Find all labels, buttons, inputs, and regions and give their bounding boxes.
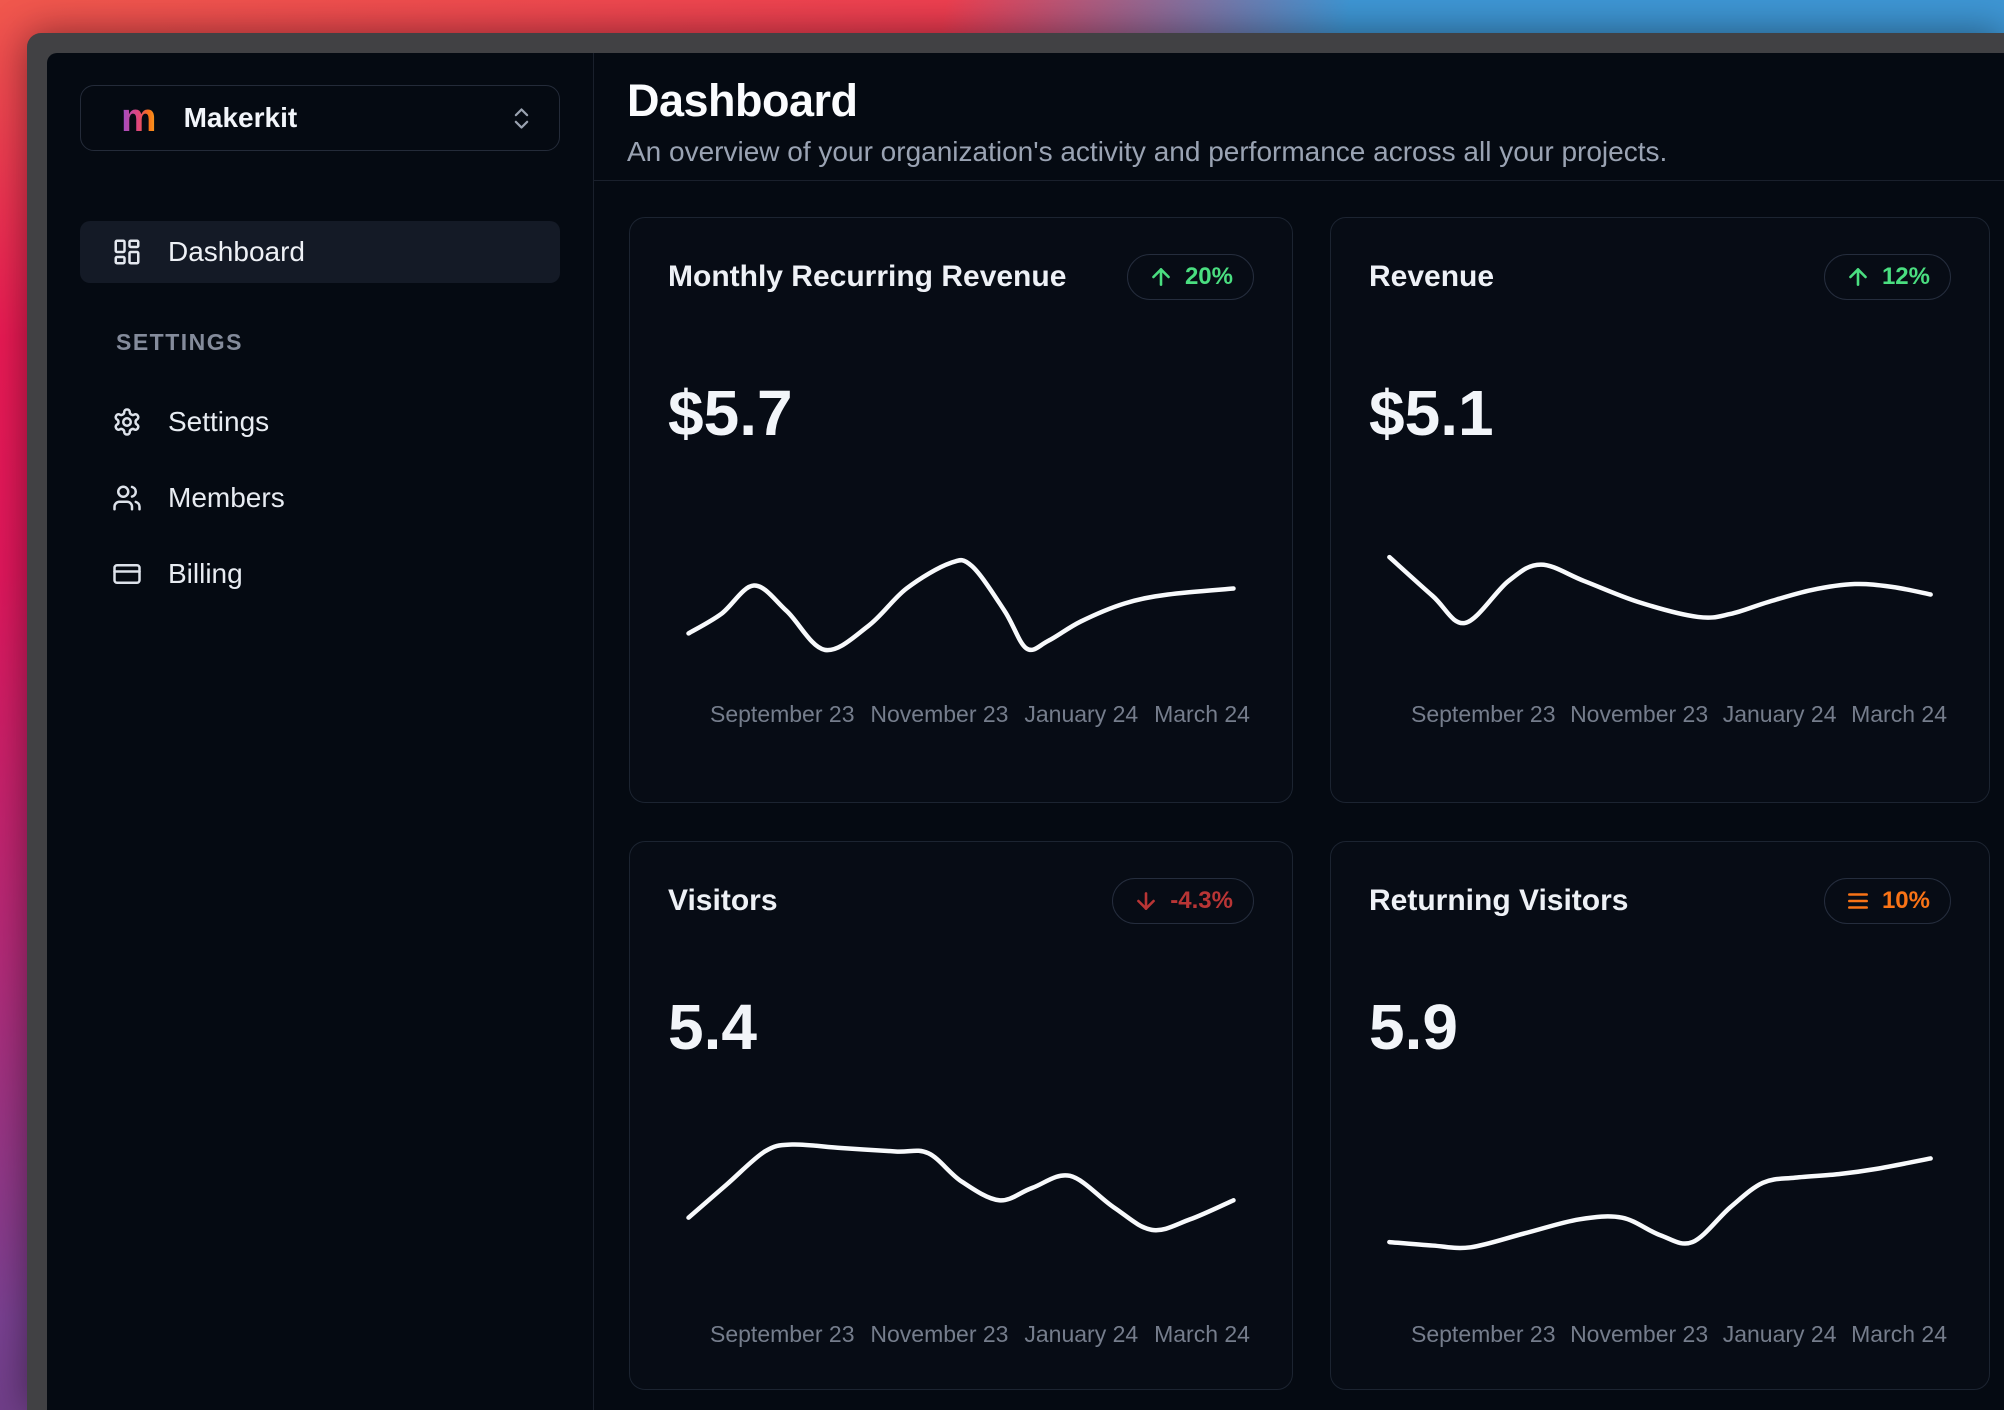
trend-badge: 12%: [1823, 254, 1951, 300]
chevrons-up-down-icon: [514, 107, 529, 129]
card-visitors: Visitors -4.3% 5.4 September 23 November…: [629, 841, 1293, 1390]
makerkit-logo: m: [121, 96, 157, 140]
metric-value: 5.9: [1369, 991, 1458, 1063]
x-tick: September 23: [1411, 701, 1556, 728]
metric-cards-grid: Monthly Recurring Revenue 20% $5.7 Septe…: [594, 181, 2004, 1390]
sidebar-item-label: Members: [168, 482, 285, 513]
primary-nav: Dashboard: [80, 221, 560, 283]
settings-section-label: SETTINGS: [116, 329, 244, 355]
gear-icon: [114, 408, 140, 436]
arrow-up-icon: [1849, 268, 1867, 286]
x-axis-labels: September 23 November 23 January 24 Marc…: [668, 1321, 1254, 1348]
users-icon: [113, 485, 141, 511]
x-tick: November 23: [1570, 1321, 1709, 1348]
workspace-name: Makerkit: [183, 102, 298, 133]
credit-card-icon: [113, 564, 141, 584]
x-tick: January 24: [1024, 1321, 1139, 1348]
x-tick: January 24: [1024, 701, 1139, 728]
x-tick: March 24: [1154, 701, 1250, 728]
x-tick: January 24: [1722, 1321, 1837, 1348]
sidebar-item-label: Dashboard: [168, 236, 305, 267]
x-tick: January 24: [1722, 701, 1837, 728]
trend-badge: 20%: [1126, 254, 1254, 300]
sparkline-chart: [668, 1103, 1254, 1301]
card-title: Revenue: [1369, 260, 1495, 293]
sidebar-item-settings[interactable]: Settings: [80, 400, 560, 444]
sparkline-chart: [668, 511, 1254, 681]
sidebar-item-label: Billing: [168, 558, 243, 589]
sidebar-item-billing[interactable]: Billing: [80, 552, 560, 596]
app-window: m Makerkit Dashboard SETTINGS Settings M…: [47, 53, 2004, 1410]
x-tick: November 23: [1570, 701, 1709, 728]
sparkline-chart: [1369, 511, 1951, 681]
trend-value: 12%: [1881, 263, 1930, 290]
page-title: Dashboard: [627, 75, 858, 126]
settings-nav: Settings Members Billing: [80, 400, 560, 596]
sparkline-chart: [1369, 1103, 1951, 1301]
card-monthly-recurring-revenue: Monthly Recurring Revenue 20% $5.7 Septe…: [629, 217, 1293, 803]
trend-badge: -4.3%: [1112, 878, 1254, 924]
trend-value: 20%: [1184, 263, 1233, 290]
card-title: Returning Visitors: [1369, 884, 1629, 917]
trend-badge: 10%: [1823, 878, 1951, 924]
sidebar: m Makerkit Dashboard SETTINGS Settings M…: [47, 53, 594, 1410]
page-header: Dashboard An overview of your organizati…: [594, 53, 2004, 181]
arrow-down-icon: [1137, 892, 1156, 910]
workspace-selector[interactable]: m Makerkit: [80, 85, 560, 151]
x-axis-labels: September 23 November 23 January 24 Marc…: [668, 701, 1254, 728]
x-tick: March 24: [1851, 701, 1947, 728]
metric-value: $5.1: [1369, 377, 1494, 449]
layout-dashboard-icon: [114, 239, 140, 265]
trend-value: 10%: [1881, 887, 1930, 914]
arrow-up-icon: [1152, 268, 1170, 286]
card-title: Visitors: [668, 884, 778, 917]
sidebar-item-members[interactable]: Members: [80, 476, 560, 520]
page-subtitle: An overview of your organization's activ…: [627, 136, 1668, 168]
x-axis-labels: September 23 November 23 January 24 Marc…: [1369, 1321, 1951, 1348]
card-title: Monthly Recurring Revenue: [668, 260, 1067, 293]
x-tick: November 23: [870, 1321, 1009, 1348]
x-axis-labels: September 23 November 23 January 24 Marc…: [1369, 701, 1951, 728]
x-tick: September 23: [1411, 1321, 1556, 1348]
x-tick: September 23: [710, 701, 855, 728]
trend-value: -4.3%: [1170, 887, 1233, 914]
metric-value: 5.4: [668, 991, 757, 1063]
menu-icon: [1847, 893, 1868, 909]
card-returning-visitors: Returning Visitors 10% 5.9 September 23 …: [1330, 841, 1990, 1390]
main-content: Dashboard An overview of your organizati…: [594, 53, 2004, 1410]
x-tick: September 23: [710, 1321, 855, 1348]
card-revenue: Revenue 12% $5.1 September 23 November 2…: [1330, 217, 1990, 803]
x-tick: March 24: [1154, 1321, 1250, 1348]
x-tick: March 24: [1851, 1321, 1947, 1348]
sidebar-item-dashboard[interactable]: Dashboard: [80, 221, 560, 283]
window-frame: m Makerkit Dashboard SETTINGS Settings M…: [27, 33, 2004, 1410]
x-tick: November 23: [870, 701, 1009, 728]
metric-value: $5.7: [668, 377, 793, 449]
sidebar-item-label: Settings: [168, 406, 270, 437]
